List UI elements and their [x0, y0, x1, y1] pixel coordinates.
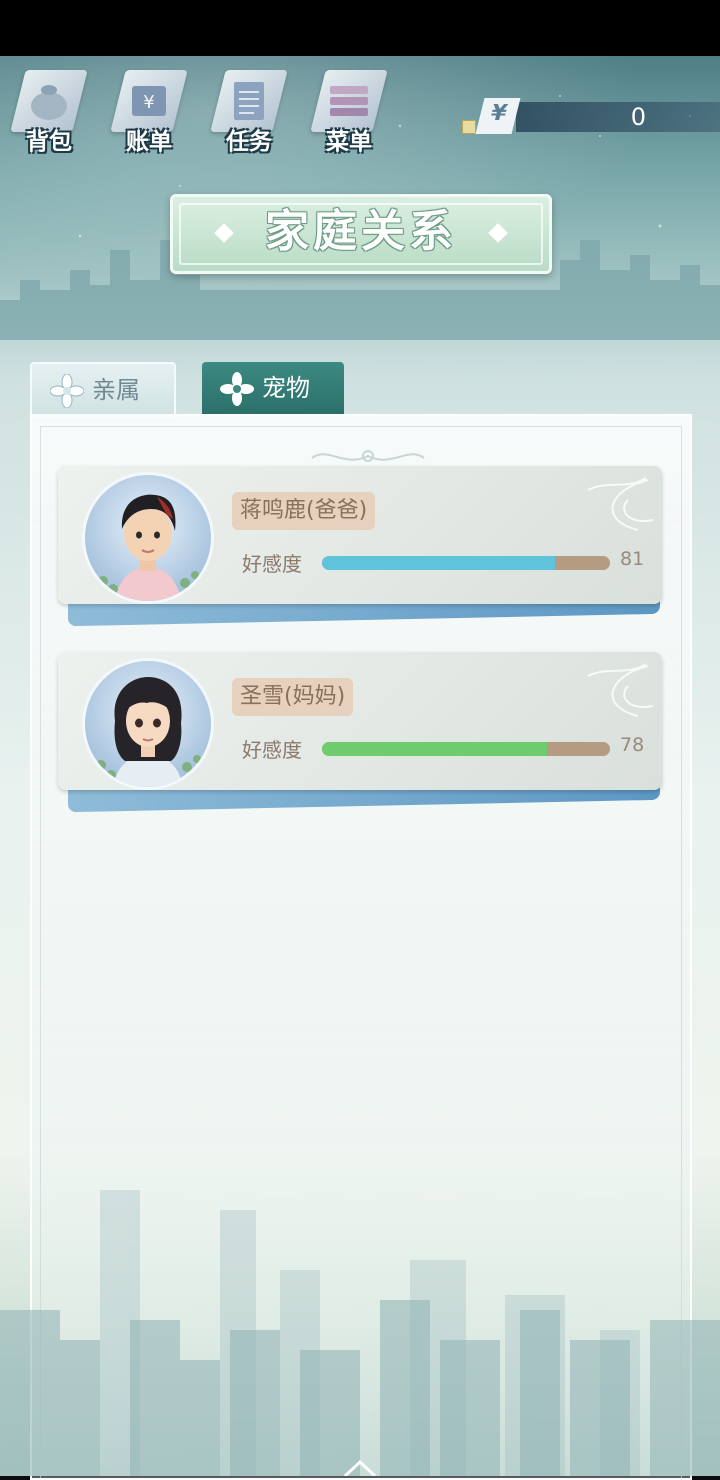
menu-button[interactable]: 菜单 — [304, 64, 394, 160]
coin-indicator — [462, 120, 476, 134]
affinity-value: 78 — [620, 734, 645, 756]
bag-button[interactable]: 背包 — [4, 64, 94, 160]
affinity-label: 好感度 — [242, 552, 302, 576]
bill-button[interactable]: ¥ 账单 — [104, 64, 194, 160]
currency-display: ¥ 0 — [460, 98, 720, 138]
task-button[interactable]: 任务 — [204, 64, 294, 160]
affinity-value: 81 — [620, 548, 645, 570]
menu-label: 菜单 — [326, 129, 372, 155]
member-name: 圣雪(妈妈) — [232, 678, 354, 716]
affinity-bar — [322, 742, 610, 756]
status-bar — [0, 0, 720, 56]
tab-pets-label: 宠物 — [262, 374, 310, 402]
task-label: 任务 — [226, 129, 272, 155]
affinity-bar-fill — [322, 556, 556, 570]
tab-relatives-label: 亲属 — [92, 376, 140, 404]
bag-label: 背包 — [26, 129, 72, 155]
affinity-bar — [322, 556, 610, 570]
member-name: 蒋鸣鹿(爸爸) — [232, 492, 376, 530]
bill-label: 账单 — [126, 129, 172, 155]
top-toolbar: 背包 ¥ 账单 任务 菜单 — [0, 64, 440, 164]
flower-icon — [50, 374, 84, 408]
avatar-mother — [82, 658, 214, 790]
family-card[interactable]: 蒋鸣鹿(爸爸) 好感度 81 — [58, 466, 662, 627]
yuan-icon: ¥ — [475, 98, 521, 134]
city-skyline-decoration — [0, 1190, 720, 1476]
flower-icon — [220, 372, 254, 406]
family-card[interactable]: 圣雪(妈妈) 好感度 78 — [58, 652, 662, 813]
tab-relatives[interactable]: 亲属 — [30, 362, 176, 418]
currency-amount: 0 — [630, 103, 646, 131]
page-title-banner: 家庭关系 — [170, 194, 552, 274]
affinity-bar-fill — [322, 742, 547, 756]
affinity-label: 好感度 — [242, 738, 302, 762]
chevron-up-icon[interactable] — [343, 1458, 377, 1476]
svg-text:¥: ¥ — [143, 92, 154, 113]
avatar-father — [82, 472, 214, 604]
tab-pets[interactable]: 宠物 — [202, 362, 344, 414]
